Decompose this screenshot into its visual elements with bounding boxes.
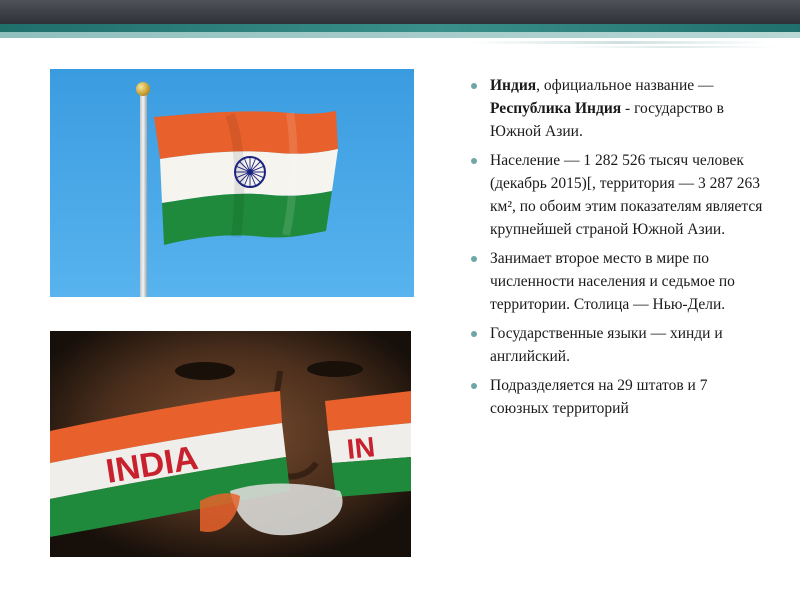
painted-face-photo: INDIA IN	[50, 331, 411, 557]
term-india: Индия	[490, 77, 537, 94]
bullet-list: Индия, официальное название — Республика…	[468, 74, 768, 420]
decor-line	[560, 46, 780, 48]
bullet-text: Население — 1 282 526 тысяч человек (дек…	[490, 152, 763, 238]
bullet-text: Занимает второе место в мире по численно…	[490, 250, 735, 313]
bullet-item: Население — 1 282 526 тысяч человек (дек…	[468, 149, 768, 241]
bullet-item: Подразделяется на 29 штатов и 7 союзных …	[468, 374, 768, 420]
bullet-dot-icon	[471, 158, 477, 164]
bullet-item: Индия, официальное название — Республика…	[468, 74, 768, 143]
face-paint-text-right: IN	[345, 431, 376, 465]
slide-content: Индия, официальное название — Республика…	[468, 74, 768, 426]
bullet-dot-icon	[471, 331, 477, 337]
bullet-text: , официальное название —	[536, 77, 714, 94]
bullet-dot-icon	[471, 256, 477, 262]
flagpole-finial	[136, 82, 150, 96]
bullet-text: Государственные языки — хинди и английск…	[490, 325, 723, 365]
waving-flag-illustration	[50, 69, 414, 297]
flagpole	[140, 95, 147, 297]
india-flag-photo	[50, 69, 414, 297]
bullet-dot-icon	[471, 383, 477, 389]
ashoka-chakra-icon	[234, 156, 266, 188]
top-stripe-dark	[0, 24, 800, 32]
bullet-item: Государственные языки — хинди и английск…	[468, 322, 768, 368]
decor-line	[470, 41, 770, 44]
bullet-dot-icon	[471, 83, 477, 89]
face-paint-illustration: INDIA IN	[50, 331, 411, 557]
bullet-text: Подразделяется на 29 штатов и 7 союзных …	[490, 377, 708, 417]
term-republic-of-india: Республика Индия	[490, 100, 622, 117]
top-banner	[0, 0, 800, 24]
top-stripe-light	[0, 32, 800, 38]
bullet-item: Занимает второе место в мире по численно…	[468, 247, 768, 316]
